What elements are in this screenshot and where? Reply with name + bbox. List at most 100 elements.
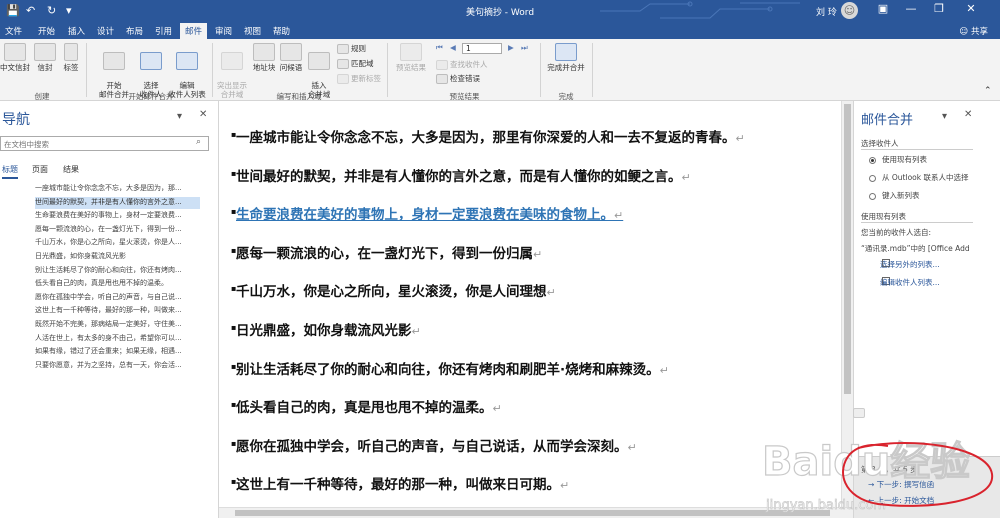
nav-tab-results[interactable]: 结果 bbox=[63, 164, 79, 175]
ribbon-divider bbox=[387, 43, 388, 97]
paragraph: 低头看自己的肉，真是甩也甩不掉的温柔。↵ bbox=[236, 396, 502, 416]
paragraph-text: 愿你在孤独中学会，听自己的声音，与自己说话，从而学会深刻。 bbox=[236, 438, 628, 455]
check-errors-button[interactable]: 检查错误 bbox=[436, 74, 480, 84]
edit-list-icon bbox=[176, 52, 198, 70]
paragraph: 愿你在孤独中学会，听自己的声音，与自己说话，从而学会深刻。↵ bbox=[236, 435, 637, 455]
horizontal-scroll-thumb[interactable] bbox=[235, 510, 830, 516]
next-record-icon[interactable]: ▶ bbox=[508, 43, 514, 52]
ribbon-divider bbox=[540, 43, 541, 97]
tab-home[interactable]: 开始 bbox=[38, 25, 55, 37]
search-input[interactable] bbox=[0, 136, 209, 151]
tab-help[interactable]: 帮助 bbox=[273, 25, 290, 37]
pane-scroll-indicator bbox=[853, 408, 865, 418]
close-pane-icon[interactable]: ✕ bbox=[964, 109, 972, 120]
ribbon-display-options-icon[interactable]: ▣ bbox=[872, 2, 894, 15]
finish-merge-button[interactable]: 完成并合并 bbox=[544, 43, 588, 72]
paragraph-text: 低头看自己的肉，真是甩也甩不掉的温柔。 bbox=[236, 400, 493, 417]
paragraph-text: 日光鼎盛，如你身载流风光影 bbox=[236, 323, 412, 339]
nav-heading-item[interactable]: 愿每一颗流浪的心，在一盏灯光下，得到一份... bbox=[35, 224, 200, 236]
tab-view[interactable]: 视图 bbox=[244, 25, 261, 37]
nav-heading-item[interactable]: 日光鼎盛，如你身载流风光影 bbox=[35, 251, 200, 263]
paragraph-mark-icon: ↵ bbox=[546, 286, 556, 300]
section-divider bbox=[861, 222, 973, 223]
pane-options-icon[interactable]: ▾ bbox=[942, 111, 947, 122]
record-number-input[interactable]: 1 bbox=[462, 43, 502, 54]
paragraph: 日光鼎盛，如你身载流风光影↵ bbox=[236, 319, 421, 339]
minimize-icon[interactable]: — bbox=[900, 2, 922, 15]
paragraph-text: 这世上有一千种等待，最好的那一种，叫做来日可期。 bbox=[236, 477, 560, 494]
watermark-url: jingyan.baidu.com bbox=[765, 498, 886, 513]
nav-heading-item[interactable]: 既然开始不完美，那病结局一定美好，守住美... bbox=[35, 319, 200, 331]
update-labels-icon bbox=[337, 74, 349, 84]
ribbon-divider bbox=[212, 43, 213, 97]
avatar[interactable]: ☺ bbox=[841, 2, 858, 19]
nav-heading-item[interactable]: 世间最好的默契，并非是有人懂你的言外之意... bbox=[35, 196, 200, 209]
current-source-label: 您当前的收件人选自: bbox=[861, 228, 932, 237]
document-page[interactable]: ▪ 一座城市能让令你念念不忘，大多是因为，那里有你深爱的人和一去不复返的青春。↵ ▪… bbox=[219, 101, 841, 518]
chinese-envelopes-button[interactable]: 中文信封 bbox=[0, 43, 30, 72]
tab-layout[interactable]: 布局 bbox=[126, 25, 143, 37]
chinese-envelope-icon bbox=[4, 43, 26, 61]
maximize-icon[interactable]: ❐ bbox=[928, 2, 950, 15]
vertical-scroll-thumb[interactable] bbox=[844, 104, 851, 394]
nav-heading-item[interactable]: 别让生活耗尽了你的耐心和向往，你还有烤肉... bbox=[35, 265, 200, 277]
search-icon[interactable]: ⌕ bbox=[196, 137, 201, 147]
tab-insert[interactable]: 插入 bbox=[68, 25, 85, 37]
radio-type-new-list[interactable]: 键入新列表 bbox=[869, 190, 920, 201]
paragraph-mark-icon: ↵ bbox=[735, 132, 745, 145]
close-pane-icon[interactable]: ✕ bbox=[199, 109, 207, 120]
paragraph-text: 一座城市能让令你念念不忘，大多是因为，那里有你深爱的人和一去不复返的青春。 bbox=[236, 130, 736, 146]
paragraph-mark-icon: ↵ bbox=[627, 440, 637, 454]
preview-icon bbox=[400, 43, 422, 61]
last-record-icon[interactable]: ⏭ bbox=[521, 43, 528, 52]
tab-design[interactable]: 设计 bbox=[97, 25, 114, 37]
nav-heading-item[interactable]: 如果有缘，错过了还会重来；如果无缘，相遇... bbox=[35, 346, 200, 358]
tab-mailings[interactable]: 邮件 bbox=[180, 23, 208, 39]
radio-outlook-contacts[interactable]: 从 Outlook 联系人中选择 bbox=[869, 172, 968, 183]
tab-file[interactable]: 文件 bbox=[5, 25, 22, 37]
nav-heading-item[interactable]: 愿你在孤独中学会，听自己的声音，与自己说... bbox=[35, 292, 200, 304]
address-block-button[interactable]: 地址块 bbox=[250, 43, 278, 72]
tab-review[interactable]: 审阅 bbox=[215, 25, 232, 37]
paragraph-text: 千山万水，你是心之所向，星火滚烫，你是人间理想 bbox=[236, 284, 547, 301]
labels-button[interactable]: 标签 bbox=[60, 43, 82, 72]
first-record-icon[interactable]: ⏮ bbox=[436, 43, 443, 52]
navigation-pane-title: 导航 bbox=[2, 112, 30, 128]
nav-tab-pages[interactable]: 页面 bbox=[32, 164, 48, 175]
nav-heading-item[interactable]: 千山万水，你是心之所向，星火滚烫，你是人... bbox=[35, 237, 200, 249]
nav-heading-item[interactable]: 低头看自己的肉，真是甩也甩不掉的温柔。 bbox=[35, 278, 200, 290]
match-fields-button[interactable]: 匹配域 bbox=[337, 59, 374, 69]
nav-tab-headings[interactable]: 标题 bbox=[2, 164, 18, 179]
previous-record-icon[interactable]: ◀ bbox=[450, 43, 456, 52]
paragraph-mark-icon: ↵ bbox=[533, 247, 543, 261]
paragraph-text: 世间最好的默契，并非是有人懂你的言外之意，而是有人懂你的如鲠之言。 bbox=[236, 168, 682, 185]
envelopes-button[interactable]: 信封 bbox=[32, 43, 58, 72]
user-name[interactable]: 刘 玲 bbox=[816, 5, 837, 18]
nav-heading-item[interactable]: 生命要浪费在美好的事物上，身材一定要浪费... bbox=[35, 210, 200, 222]
paragraph-hyperlink[interactable]: 生命要浪费在美好的事物上，身材一定要浪费在美味的食物上。↵ bbox=[236, 203, 623, 223]
nav-heading-item[interactable]: 一座城市能让令你念念不忘，大多是因为，那... bbox=[35, 183, 200, 195]
edit-recipient-list-link[interactable]: 编辑收件人列表... bbox=[880, 277, 940, 288]
update-labels-button[interactable]: 更新标签 bbox=[337, 74, 381, 84]
collapse-ribbon-icon[interactable]: ⌃ bbox=[984, 87, 992, 96]
find-recipient-button[interactable]: 查找收件人 bbox=[436, 60, 488, 70]
pane-options-icon[interactable]: ▾ bbox=[177, 111, 182, 122]
close-icon[interactable]: ✕ bbox=[960, 2, 982, 15]
rules-button[interactable]: 规则 bbox=[337, 44, 366, 54]
title-bar: 💾 ↶ ↻ ▾ 美句摘抄 - Word 刘 玲 ☺ ▣ — ❐ ✕ bbox=[0, 0, 1000, 22]
nav-heading-item[interactable]: 人活在世上，有太多的身不由己，希望你可以... bbox=[35, 333, 200, 345]
tab-references[interactable]: 引用 bbox=[155, 25, 172, 37]
check-errors-icon bbox=[436, 74, 448, 84]
select-another-list-link[interactable]: 选择另外的列表... bbox=[880, 259, 940, 270]
preview-results-button[interactable]: 预览结果 bbox=[392, 43, 430, 72]
nav-heading-item[interactable]: 只要你愿意，并为之坚持，总有一天，你会活... bbox=[35, 360, 200, 372]
label-icon bbox=[64, 43, 78, 61]
recipient-source: “通讯录.mdb”中的 [Office Add bbox=[861, 244, 970, 253]
radio-use-existing-list[interactable]: 使用现有列表 bbox=[869, 154, 927, 165]
share-button[interactable]: ☺ 共享 bbox=[959, 25, 988, 37]
greeting-line-button[interactable]: 问候语 bbox=[278, 43, 304, 72]
nav-heading-item[interactable]: 这世上有一千种等待，最好的那一种，叫做来... bbox=[35, 305, 200, 317]
paragraph-text: 愿每一颗流浪的心，在一盏灯光下，得到一份归属 bbox=[236, 245, 533, 262]
paragraph-text: 别让生活耗尽了你的耐心和向往，你还有烤肉和刷肥羊·烧烤和麻辣烫。 bbox=[236, 361, 660, 378]
finish-merge-icon bbox=[555, 43, 577, 61]
